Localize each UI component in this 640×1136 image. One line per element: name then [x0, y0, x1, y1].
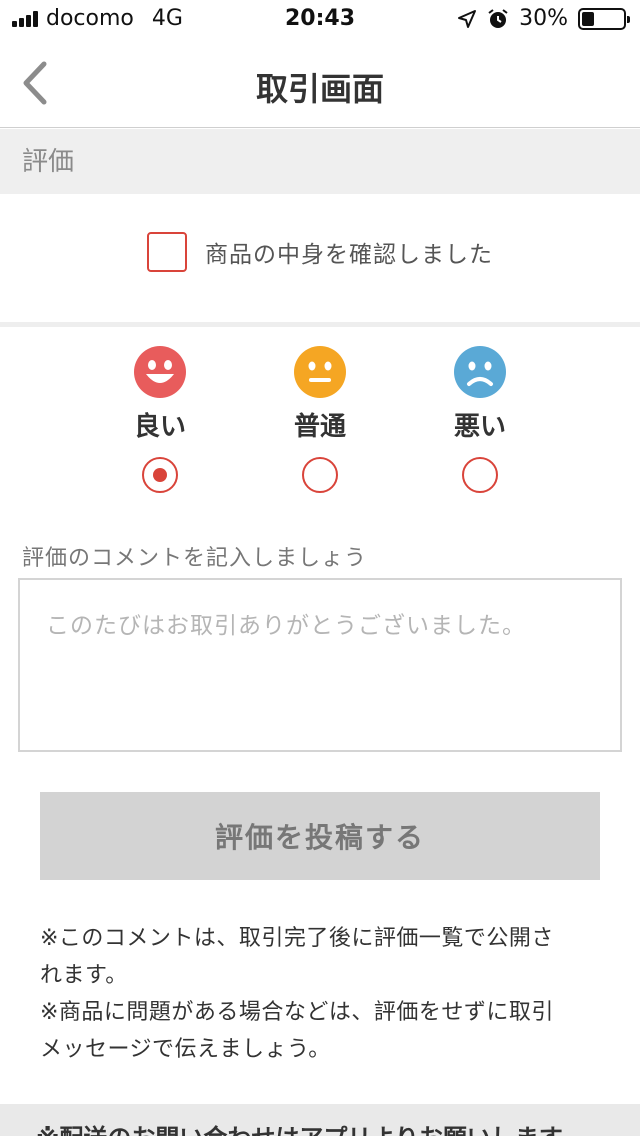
happy-face-icon — [134, 346, 186, 398]
note-line: ※このコメントは、取引完了後に評価一覧で公開さ — [40, 926, 554, 951]
rating-radio-bad[interactable] — [462, 457, 498, 493]
status-right: 30% — [457, 6, 630, 31]
battery-percent: 30% — [519, 6, 568, 31]
page-title: 取引画面 — [255, 70, 384, 108]
divider — [0, 322, 640, 327]
confirm-row[interactable]: 商品の中身を確認しました — [0, 232, 640, 272]
rating-group: 良い 普通 悪い — [0, 346, 640, 496]
section-header: 評価 — [0, 129, 640, 194]
rating-label-normal: 普通 — [293, 412, 346, 442]
rating-option-bad[interactable]: 悪い — [420, 346, 540, 493]
status-bar: docomo 4G 20:43 30% — [0, 0, 640, 40]
rating-option-good[interactable]: 良い — [100, 346, 220, 493]
note-line: れます。 — [40, 963, 128, 988]
note-line: メッセージで伝えましょう。 — [40, 1037, 331, 1062]
comment-label: 評価のコメントを記入しましょう — [22, 546, 368, 571]
location-arrow-icon — [458, 9, 477, 28]
footer-banner: ※配送のお問い合わせはアプリよりお願いします — [0, 1104, 640, 1136]
neutral-face-icon — [294, 346, 346, 398]
confirm-label[interactable]: 商品の中身を確認しました — [205, 235, 493, 269]
rating-label-good: 良い — [133, 412, 186, 442]
rating-option-normal[interactable]: 普通 — [260, 346, 380, 493]
rating-radio-normal[interactable] — [302, 457, 338, 493]
nav-bar: 取引画面 — [0, 40, 640, 128]
alarm-clock-icon — [488, 8, 508, 28]
submit-review-button[interactable]: 評価を投稿する — [40, 792, 600, 880]
radio-selected-dot — [153, 468, 167, 482]
battery-icon — [578, 7, 630, 30]
sad-face-icon — [454, 346, 506, 398]
confirm-checkbox[interactable] — [147, 232, 187, 272]
comment-input[interactable] — [18, 578, 622, 752]
note-line: ※商品に問題がある場合などは、評価をせずに取引 — [40, 1000, 554, 1025]
rating-radio-good[interactable] — [142, 457, 178, 493]
rating-label-bad: 悪い — [453, 412, 506, 442]
notes: ※このコメントは、取引完了後に評価一覧で公開さ れます。 ※商品に問題がある場合… — [40, 920, 600, 1068]
battery-level — [582, 11, 594, 26]
